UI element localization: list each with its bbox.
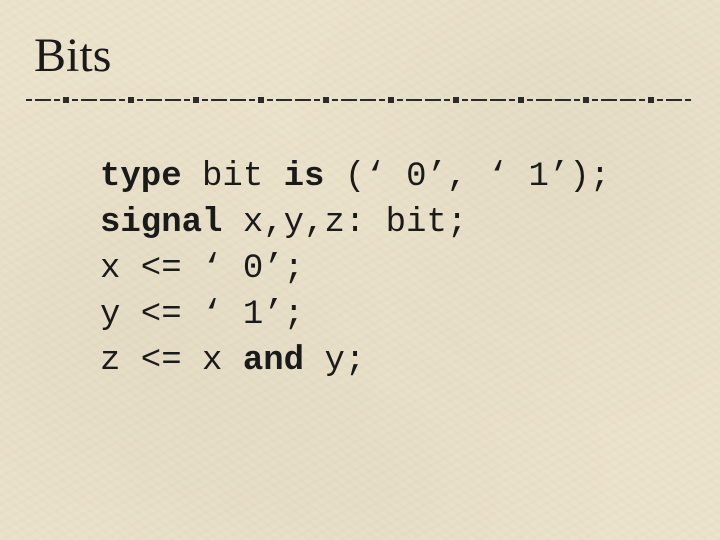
code-line-4: y <= ‘ 1’; <box>100 296 304 334</box>
slide: Bits type bit is (‘ 0’, ‘ 1’); si <box>0 0 720 540</box>
keyword-type: type <box>100 158 182 196</box>
code-text: x,y,z: bit; <box>222 204 467 242</box>
code-text: (‘ 0’, ‘ 1’); <box>324 158 610 196</box>
keyword-is: is <box>284 158 325 196</box>
code-line-5: z <= x and y; <box>100 342 365 380</box>
code-line-3: x <= ‘ 0’; <box>100 250 304 288</box>
title-divider <box>26 96 694 104</box>
code-text: y; <box>304 342 365 380</box>
keyword-and: and <box>243 342 304 380</box>
code-text: bit <box>182 158 284 196</box>
keyword-signal: signal <box>100 204 222 242</box>
code-line-1: type bit is (‘ 0’, ‘ 1’); <box>100 158 610 196</box>
code-block: type bit is (‘ 0’, ‘ 1’); signal x,y,z: … <box>100 154 610 384</box>
code-line-2: signal x,y,z: bit; <box>100 204 467 242</box>
code-text: z <= x <box>100 342 243 380</box>
slide-title: Bits <box>34 32 111 80</box>
